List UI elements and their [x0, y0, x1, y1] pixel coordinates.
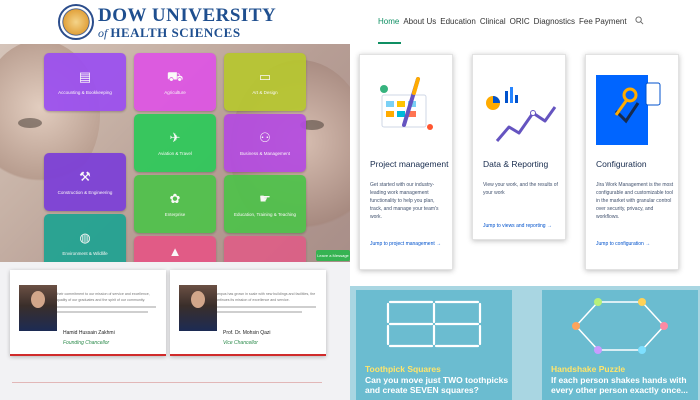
- tile-agriculture[interactable]: ⛟ Agriculture: [134, 53, 216, 111]
- tile-accounting[interactable]: ▤ Accounting & Bookkeeping: [44, 53, 126, 111]
- card-description: Jira Work Management is the most configu…: [596, 182, 674, 220]
- nav-item-about[interactable]: About Us: [403, 17, 436, 26]
- crane-icon: ⚒: [79, 168, 91, 184]
- feature-cards-section: Project management Get started with our …: [350, 48, 700, 286]
- data-reporting-illustration: [486, 87, 557, 142]
- leader-card-vice-chancellor: While the campus has grown in scale with…: [170, 270, 326, 356]
- project-management-illustration: [380, 77, 433, 130]
- configuration-illustration: [596, 75, 661, 145]
- avatar: [19, 285, 57, 331]
- puzzles-section: Toothpick Squares Can you move just TWO …: [350, 286, 700, 400]
- leader-role: Founding Chancellor: [63, 340, 110, 346]
- leave-message-button[interactable]: Leave a Message: [316, 250, 350, 261]
- tile-business[interactable]: ⚇ Business & Management: [224, 114, 306, 172]
- leader-role: Vice Chancellor: [223, 340, 258, 346]
- tile-more-2[interactable]: [224, 236, 306, 262]
- nav-menu: Home About Us Education Clinical ORIC Di…: [378, 17, 627, 26]
- hand-icon: ☛: [259, 190, 271, 206]
- university-name[interactable]: DOW UNIVERSITY of HEALTH SCIENCES: [98, 6, 276, 39]
- jump-to-configuration-link[interactable]: Jump to configuration →: [596, 241, 650, 247]
- leader-name: Prof. Dr. Mohsin Qazi: [223, 330, 271, 336]
- card-project-management[interactable]: Project management Get started with our …: [359, 54, 453, 270]
- divider: [12, 382, 322, 383]
- puzzle-card-toothpick[interactable]: Toothpick Squares Can you move just TWO …: [356, 290, 512, 400]
- monitor-icon: ▭: [258, 68, 272, 84]
- tile-enterprise[interactable]: ✿ Enterprise: [134, 175, 216, 233]
- toothpick-grid-illustration: [386, 300, 482, 348]
- tile-construction[interactable]: ⚒ Construction & Engineering: [44, 153, 126, 211]
- university-seal-logo[interactable]: [58, 4, 94, 40]
- jump-to-views-reporting-link[interactable]: Jump to views and reporting →: [483, 223, 552, 229]
- top-nav: Home About Us Education Clinical ORIC Di…: [350, 0, 700, 48]
- card-description: Get started with our industry-leading wo…: [370, 182, 439, 220]
- puzzle-title: Toothpick Squares: [365, 364, 441, 374]
- avatar: [179, 285, 217, 331]
- card-description: View your work, and the results of your …: [483, 182, 558, 196]
- nav-item-home[interactable]: Home: [378, 17, 399, 26]
- duhs-header: DOW UNIVERSITY of HEALTH SCIENCES: [0, 0, 350, 44]
- puzzle-title: Handshake Puzzle: [551, 364, 626, 374]
- globe-icon: ◍: [79, 229, 91, 245]
- screenshot-collage: DOW UNIVERSITY of HEALTH SCIENCES ▤ Acco…: [0, 0, 700, 400]
- nav-item-education[interactable]: Education: [440, 17, 476, 26]
- tile-education[interactable]: ☛ Education, Training & Teaching: [224, 175, 306, 233]
- file-icon: ▤: [78, 68, 92, 84]
- nav-item-clinical[interactable]: Clinical: [480, 17, 506, 26]
- leader-name: Hamid Hussain Zakhmi: [63, 330, 115, 336]
- active-nav-indicator: [378, 42, 401, 44]
- card-data-reporting[interactable]: Data & Reporting View your work, and the…: [472, 54, 566, 240]
- puzzle-description: If each person shakes hands with every o…: [551, 375, 689, 395]
- duhs-hero: DOW UNIVERSITY of HEALTH SCIENCES ▤ Acco…: [0, 0, 350, 262]
- plane-icon: ✈: [169, 129, 181, 145]
- tile-aviation[interactable]: ✈ Aviation & Travel: [134, 114, 216, 172]
- puzzle-card-handshake[interactable]: Handshake Puzzle If each person shakes h…: [542, 290, 698, 400]
- nav-item-oric[interactable]: ORIC: [510, 17, 530, 26]
- triangle-icon: ▲: [168, 243, 182, 259]
- tile-environment[interactable]: ◍ Environment & Wildlife: [44, 214, 126, 262]
- card-title: Project management: [370, 159, 449, 169]
- handshake-hexagon-illustration: [572, 298, 668, 354]
- puzzle-icon: ✿: [169, 190, 181, 206]
- people-icon: ⚇: [259, 129, 271, 145]
- leaders-section: We honour their commitment to our missio…: [0, 262, 350, 400]
- card-title: Data & Reporting: [483, 159, 549, 169]
- tile-art-design[interactable]: ▭ Art & Design: [224, 53, 306, 111]
- search-icon[interactable]: [635, 16, 644, 25]
- card-configuration[interactable]: Configuration Jira Work Management is th…: [585, 54, 679, 270]
- jump-to-project-management-link[interactable]: Jump to project management →: [370, 241, 441, 247]
- leader-card-chancellor: We honour their commitment to our missio…: [10, 270, 166, 356]
- puzzle-description: Can you move just TWO toothpicks and cre…: [365, 375, 509, 395]
- tractor-icon: ⛟: [166, 68, 184, 84]
- card-title: Configuration: [596, 159, 647, 169]
- tile-more-1[interactable]: ▲: [134, 236, 216, 262]
- nav-item-fee-payment[interactable]: Fee Payment: [579, 17, 627, 26]
- nav-item-diagnostics[interactable]: Diagnostics: [534, 17, 575, 26]
